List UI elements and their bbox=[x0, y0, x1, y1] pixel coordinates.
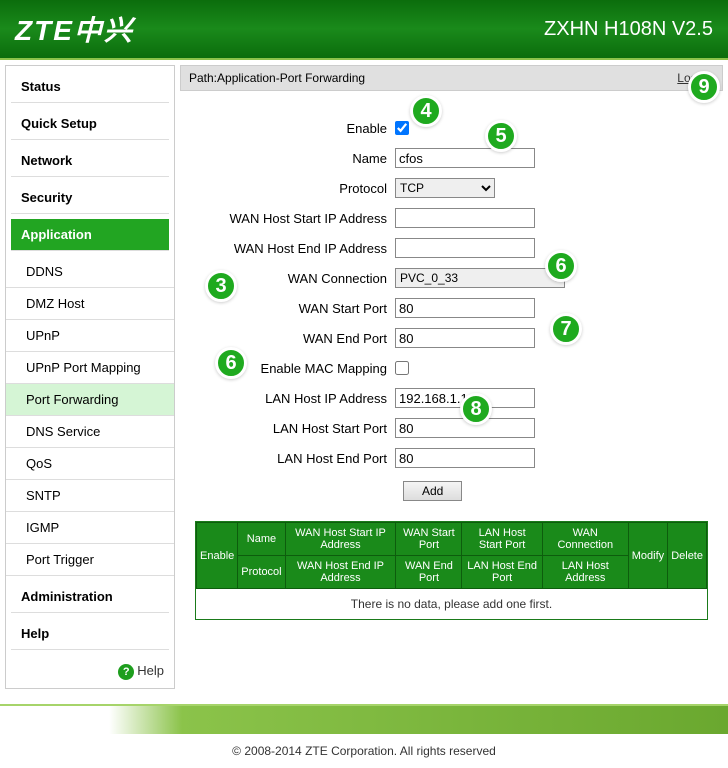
th-modify: Modify bbox=[628, 523, 667, 589]
breadcrumb-path: Path:Application-Port Forwarding bbox=[189, 71, 365, 85]
sidebar-item-sntp[interactable]: SNTP bbox=[6, 480, 174, 512]
sidebar-item-upnp[interactable]: UPnP bbox=[6, 320, 174, 352]
lan-end-port-label: LAN Host End Port bbox=[195, 451, 395, 466]
sidebar-item-dns-service[interactable]: DNS Service bbox=[6, 416, 174, 448]
sidebar-item-dmz-host[interactable]: DMZ Host bbox=[6, 288, 174, 320]
help-icon: ? bbox=[118, 664, 134, 680]
th-wan-connection: WAN Connection bbox=[542, 523, 628, 556]
lan-end-port-input[interactable] bbox=[395, 448, 535, 468]
sidebar-item-qos[interactable]: QoS bbox=[6, 448, 174, 480]
sidebar-item-port-trigger[interactable]: Port Trigger bbox=[6, 544, 174, 576]
th-lan-host-address: LAN Host Address bbox=[542, 556, 628, 589]
protocol-label: Protocol bbox=[195, 181, 395, 196]
sidebar-item-help[interactable]: Help bbox=[11, 618, 169, 650]
main-content: Path:Application-Port Forwarding Logout … bbox=[180, 65, 723, 689]
help-link-label: Help bbox=[137, 663, 164, 678]
sidebar-item-network[interactable]: Network bbox=[11, 145, 169, 177]
th-wan-host-end-ip: WAN Host End IP Address bbox=[285, 556, 396, 589]
enable-label: Enable bbox=[195, 121, 395, 136]
th-protocol: Protocol bbox=[238, 556, 285, 589]
rules-table-wrap: Enable Name WAN Host Start IP Address WA… bbox=[195, 521, 708, 620]
th-name: Name bbox=[238, 523, 285, 556]
sidebar-item-quick-setup[interactable]: Quick Setup bbox=[11, 108, 169, 140]
copyright: © 2008-2014 ZTE Corporation. All rights … bbox=[0, 734, 728, 768]
logout-link[interactable]: Logout bbox=[677, 71, 714, 85]
sidebar-item-port-forwarding[interactable]: Port Forwarding bbox=[6, 384, 174, 416]
wan-end-port-input[interactable] bbox=[395, 328, 535, 348]
enable-checkbox[interactable] bbox=[395, 121, 409, 135]
sidebar-item-administration[interactable]: Administration bbox=[11, 581, 169, 613]
form-area: Enable Name Protocol TCP WAN Host Start … bbox=[195, 116, 708, 501]
th-lan-host-end-port: LAN Host End Port bbox=[462, 556, 542, 589]
lan-host-ip-input[interactable] bbox=[395, 388, 535, 408]
name-label: Name bbox=[195, 151, 395, 166]
brand-logo: ZTE中兴 bbox=[15, 9, 134, 49]
wan-host-start-ip-label: WAN Host Start IP Address bbox=[195, 211, 395, 226]
lan-start-port-input[interactable] bbox=[395, 418, 535, 438]
table-empty-message: There is no data, please add one first. bbox=[197, 589, 707, 620]
wan-connection-label: WAN Connection bbox=[195, 271, 395, 286]
sidebar-item-application[interactable]: Application bbox=[11, 219, 169, 251]
breadcrumb: Path:Application-Port Forwarding Logout bbox=[180, 65, 723, 91]
enable-mac-label: Enable MAC Mapping bbox=[195, 361, 395, 376]
sidebar-item-igmp[interactable]: IGMP bbox=[6, 512, 174, 544]
th-wan-host-start-ip: WAN Host Start IP Address bbox=[285, 523, 396, 556]
sidebar-item-ddns[interactable]: DDNS bbox=[6, 256, 174, 288]
name-input[interactable] bbox=[395, 148, 535, 168]
rules-table: Enable Name WAN Host Start IP Address WA… bbox=[196, 522, 707, 619]
lan-host-ip-label: LAN Host IP Address bbox=[195, 391, 395, 406]
th-wan-start-port: WAN Start Port bbox=[396, 523, 462, 556]
enable-mac-checkbox[interactable] bbox=[395, 361, 409, 375]
help-link[interactable]: ?Help bbox=[6, 655, 174, 688]
wan-host-end-ip-input[interactable] bbox=[395, 238, 535, 258]
footer-stripe bbox=[0, 704, 728, 734]
sidebar-item-upnp-port-mapping[interactable]: UPnP Port Mapping bbox=[6, 352, 174, 384]
sidebar-item-status[interactable]: Status bbox=[11, 71, 169, 103]
wan-end-port-label: WAN End Port bbox=[195, 331, 395, 346]
th-wan-end-port: WAN End Port bbox=[396, 556, 462, 589]
th-lan-host-start-port: LAN Host Start Port bbox=[462, 523, 542, 556]
wan-host-start-ip-input[interactable] bbox=[395, 208, 535, 228]
th-delete: Delete bbox=[668, 523, 707, 589]
sidebar-item-security[interactable]: Security bbox=[11, 182, 169, 214]
wan-start-port-input[interactable] bbox=[395, 298, 535, 318]
th-enable: Enable bbox=[197, 523, 238, 589]
model-label: ZXHN H108N V2.5 bbox=[544, 18, 713, 41]
wan-start-port-label: WAN Start Port bbox=[195, 301, 395, 316]
add-button[interactable]: Add bbox=[403, 481, 462, 501]
lan-start-port-label: LAN Host Start Port bbox=[195, 421, 395, 436]
wan-host-end-ip-label: WAN Host End IP Address bbox=[195, 241, 395, 256]
wan-connection-select[interactable]: PVC_0_33 bbox=[395, 268, 565, 288]
protocol-select[interactable]: TCP bbox=[395, 178, 495, 198]
header: ZTE中兴 ZXHN H108N V2.5 bbox=[0, 0, 728, 60]
sidebar: Status Quick Setup Network Security Appl… bbox=[5, 65, 175, 689]
